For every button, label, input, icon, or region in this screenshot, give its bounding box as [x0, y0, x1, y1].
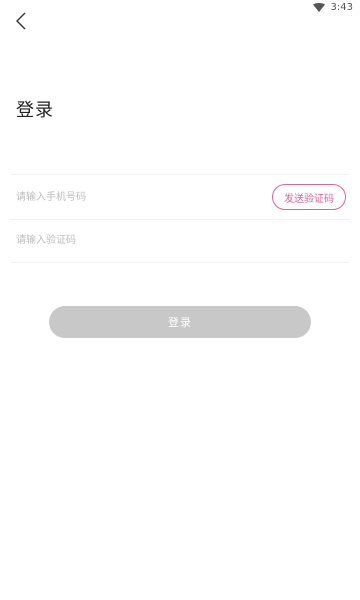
phone-row: 发送验证码 — [10, 174, 350, 220]
send-code-button[interactable]: 发送验证码 — [272, 184, 346, 210]
wifi-icon — [312, 3, 325, 12]
page-title: 登录 — [16, 100, 54, 121]
verification-code-input[interactable] — [10, 218, 350, 262]
back-button[interactable] — [10, 12, 32, 34]
chevron-left-icon — [15, 12, 27, 34]
status-bar: 3:43 — [0, 0, 360, 16]
code-row — [10, 218, 350, 263]
phone-input[interactable] — [10, 175, 272, 219]
status-right: 3:43 — [312, 2, 353, 13]
login-button[interactable]: 登录 — [49, 306, 311, 338]
status-time: 3:43 — [330, 2, 353, 13]
